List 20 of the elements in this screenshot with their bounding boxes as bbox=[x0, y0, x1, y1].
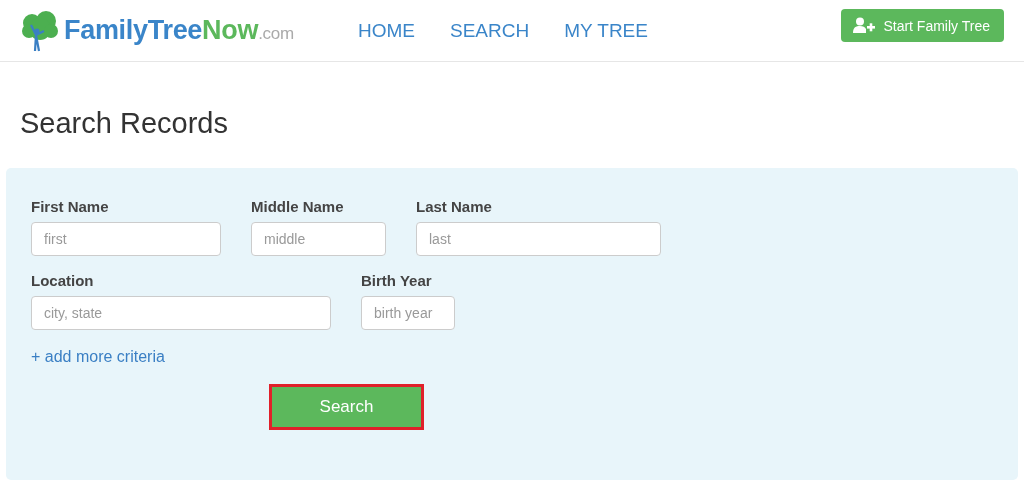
nav-link[interactable]: SEARCH bbox=[449, 19, 531, 42]
start-family-tree-button[interactable]: Start Family Tree bbox=[841, 9, 1004, 42]
nav-link[interactable]: MY TREE bbox=[563, 19, 649, 42]
input-field[interactable]: city, state bbox=[31, 296, 331, 330]
field-label: Birth Year bbox=[361, 272, 433, 289]
search-button[interactable]: Search bbox=[269, 384, 424, 430]
logo-text[interactable]: FamilyTreeNow.com bbox=[64, 15, 294, 46]
field-label: Location bbox=[31, 272, 95, 289]
field-label: First Name bbox=[31, 198, 110, 215]
input-field[interactable]: first bbox=[31, 222, 221, 256]
tree-logo-icon bbox=[20, 8, 60, 53]
input-field[interactable]: last bbox=[416, 222, 661, 256]
add-user-icon bbox=[853, 17, 876, 34]
input-field[interactable]: middle bbox=[251, 222, 386, 256]
input-field[interactable]: birth year bbox=[361, 296, 455, 330]
field-label: Middle Name bbox=[251, 198, 345, 215]
page-title: Search Records bbox=[20, 106, 229, 141]
nav-link[interactable]: HOME bbox=[357, 19, 416, 42]
add-criteria-link[interactable]: + add more criteria bbox=[31, 348, 165, 366]
field-label: Last Name bbox=[416, 198, 493, 215]
